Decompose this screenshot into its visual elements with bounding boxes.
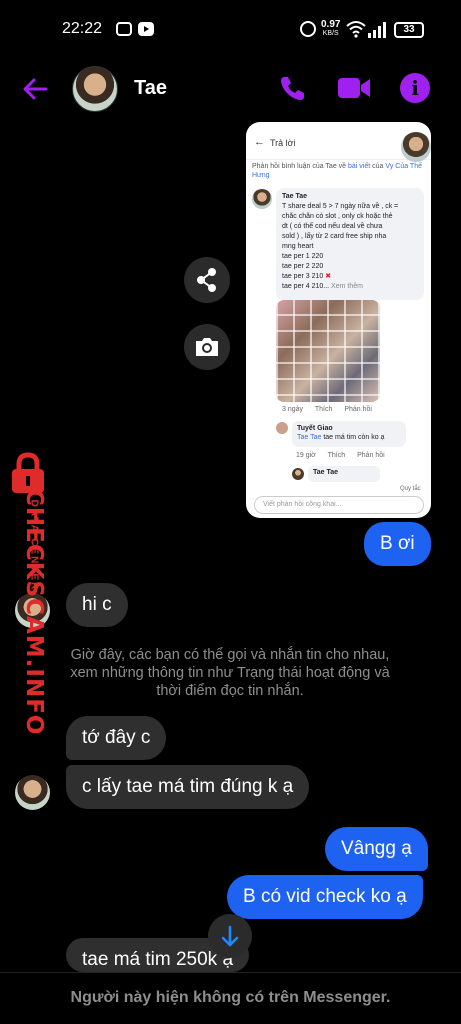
reply-meta: 19 giờ Thích Phản hồi bbox=[296, 452, 395, 459]
comment-line: tae per 2 220 bbox=[282, 263, 324, 270]
comment-like: Thích bbox=[314, 406, 333, 413]
screenshot-caption: Phản hồi bình luận của Tae về bài viết c… bbox=[252, 162, 428, 180]
video-icon[interactable] bbox=[337, 75, 371, 101]
lock-icon bbox=[12, 452, 44, 493]
notification-app-icon bbox=[116, 22, 132, 36]
reply-text: tae má tim còn ko ạ bbox=[323, 434, 385, 441]
contact-name[interactable]: Tae bbox=[134, 77, 167, 100]
comment-line: sold ) , lấy từ 2 card free ship nha bbox=[282, 233, 387, 240]
youtube-icon bbox=[138, 22, 154, 36]
signal-icon bbox=[368, 22, 386, 38]
watermark: DATA CENTER CHECKSCAM.INFO bbox=[0, 452, 60, 735]
comment-line: tae per 3 210 ✖ bbox=[282, 272, 418, 282]
comment-line: chắc chắn có slot , only ck hoặc thẻ bbox=[282, 213, 393, 220]
reply-author: Tuyết Giao bbox=[297, 425, 333, 432]
comment-time: 3 ngày bbox=[282, 406, 304, 413]
screenshot-reply-input: Viết phản hồi công khai... bbox=[254, 496, 424, 514]
reply2-avatar bbox=[292, 468, 304, 480]
comment-avatar bbox=[252, 189, 272, 209]
reply-like: Thích bbox=[327, 452, 346, 459]
message-out[interactable]: Vângg ạ bbox=[325, 827, 428, 871]
share-button[interactable] bbox=[184, 257, 230, 303]
caption-mid: của bbox=[372, 163, 384, 170]
comment-author: Tae Tae bbox=[282, 193, 308, 200]
watermark-title: CHECKSCAM.INFO bbox=[21, 489, 47, 736]
cross-mark-icon: ✖ bbox=[325, 273, 332, 280]
screenshot-back-icon: ← bbox=[254, 136, 265, 148]
comment-reply: Phản hồi bbox=[344, 406, 372, 413]
phone-icon[interactable] bbox=[278, 73, 308, 103]
composer-disabled-footer: Người này hiện không có trên Messenger. bbox=[0, 972, 461, 1024]
caption-link-post: bài viết bbox=[348, 163, 371, 170]
comment-line-text: tae per 3 210 bbox=[282, 273, 324, 280]
share-icon bbox=[197, 268, 216, 292]
comment-line: tae per 1 220 bbox=[282, 253, 324, 260]
photocard-photo bbox=[276, 300, 380, 402]
status-bar: 22:22 0.97 KB/S 33 bbox=[0, 0, 461, 60]
comment-line: T share deal 5 > 7 ngày nữa về , ck = bbox=[282, 203, 399, 210]
contact-avatar-small[interactable] bbox=[15, 775, 50, 810]
comment-line-text: tae per 4 210... bbox=[282, 283, 330, 290]
chevron-down-icon bbox=[221, 925, 239, 947]
info-icon[interactable]: i bbox=[400, 73, 430, 103]
reply-tag: Tae Tae bbox=[297, 434, 322, 441]
conversation-header: Tae i bbox=[0, 60, 461, 118]
screenshot-topbar: ← Trả lời bbox=[246, 122, 431, 162]
back-arrow-icon[interactable] bbox=[20, 74, 50, 104]
scroll-to-bottom-button[interactable] bbox=[208, 914, 252, 958]
reply2-box: Tae Tae bbox=[308, 466, 380, 482]
unavailable-notice: Người này hiện không có trên Messenger. bbox=[70, 989, 391, 1006]
rules-link: Quy tắc bbox=[400, 486, 421, 492]
reply-avatar bbox=[276, 422, 288, 434]
comment-line: dt ( có thể cod nếu deal về chưa bbox=[282, 223, 383, 230]
camera-button[interactable] bbox=[184, 324, 230, 370]
message-out[interactable]: B có vid check ko ạ bbox=[227, 875, 423, 919]
message-in[interactable]: c lấy tae má tim đúng k ạ bbox=[66, 765, 310, 809]
reply-reply: Phản hồi bbox=[357, 452, 385, 459]
see-more-link: Xem thêm bbox=[331, 283, 363, 290]
network-speed: 0.97 KB/S bbox=[321, 20, 340, 38]
camera-icon bbox=[196, 338, 218, 356]
reply-box: Tuyết Giao Tae Tae tae má tim còn ko ạ bbox=[292, 421, 406, 447]
wifi-icon bbox=[346, 21, 366, 38]
message-in[interactable]: hi c bbox=[66, 583, 128, 627]
system-note: Giờ đây, các bạn có thể gọi và nhắn tin … bbox=[70, 647, 390, 699]
caption-prefix: Phản hồi bình luận của Tae về bbox=[252, 163, 347, 170]
screenshot-title: Trả lời bbox=[270, 138, 296, 148]
battery-indicator: 33 bbox=[394, 22, 424, 38]
network-speed-value: 0.97 bbox=[321, 19, 341, 30]
network-speed-unit: KB/S bbox=[322, 30, 339, 37]
message-out[interactable]: B ơi bbox=[364, 522, 431, 566]
alarm-icon bbox=[300, 21, 316, 37]
status-time: 22:22 bbox=[62, 20, 103, 37]
screenshot-profile-avatar bbox=[401, 132, 431, 162]
shared-screenshot-image[interactable]: ← Trả lời Phản hồi bình luận của Tae về … bbox=[246, 122, 431, 518]
comment-line: mng heart bbox=[282, 243, 314, 250]
contact-avatar[interactable] bbox=[72, 66, 118, 112]
message-in[interactable]: tớ đây c bbox=[66, 716, 167, 760]
comment-meta: 3 ngày Thích Phản hồi bbox=[282, 406, 382, 413]
reply-time: 19 giờ bbox=[296, 452, 316, 459]
comment-box: Tae Tae T share deal 5 > 7 ngày nữa về ,… bbox=[276, 188, 424, 300]
comment-line: tae per 4 210... Xem thêm bbox=[282, 282, 418, 292]
